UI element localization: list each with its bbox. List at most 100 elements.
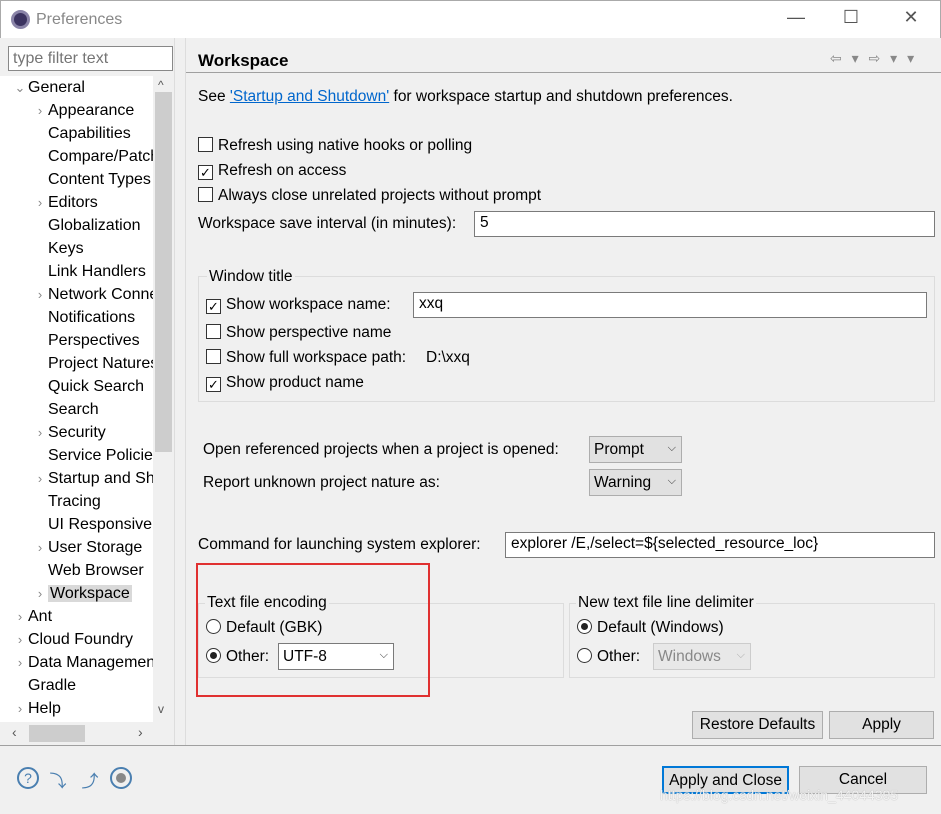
- horizontal-scrollbar[interactable]: ‹ ›: [0, 722, 153, 744]
- chevron-right-icon[interactable]: ›: [32, 467, 48, 490]
- tree-item-label: Keys: [48, 240, 84, 257]
- checkbox-checked[interactable]: ✓: [206, 299, 221, 314]
- tree-item-ant[interactable]: › Ant: [12, 605, 52, 628]
- checkbox[interactable]: [206, 349, 221, 364]
- scroll-down-icon[interactable]: v: [158, 702, 164, 716]
- explorer-command-input[interactable]: explorer /E,/select=${selected_resource_…: [505, 532, 935, 558]
- tree-item-workspace[interactable]: › Workspace: [32, 582, 132, 605]
- delimiter-default-radio[interactable]: Default (Windows): [577, 619, 724, 637]
- label: Refresh using native hooks or polling: [218, 137, 473, 154]
- tree-item-label: Notifications: [48, 309, 136, 326]
- chevron-right-icon[interactable]: ›: [32, 191, 48, 214]
- tree-item-gradle[interactable]: Gradle: [12, 674, 76, 697]
- tree-item-label: Workspace: [48, 585, 132, 602]
- tree-item-search[interactable]: Search: [32, 398, 99, 421]
- tree-item-general[interactable]: ⌄ General: [12, 76, 85, 99]
- tree-item-help[interactable]: › Help: [12, 697, 61, 720]
- save-interval-input[interactable]: 5: [474, 211, 935, 237]
- chevron-right-icon[interactable]: ›: [12, 651, 28, 674]
- tree-item-notifications[interactable]: Notifications: [32, 306, 135, 329]
- scroll-left-icon[interactable]: ‹: [12, 724, 17, 740]
- tree-item-label: Link Handlers: [48, 263, 146, 280]
- tree-item-label: Globalization: [48, 217, 141, 234]
- scroll-up-icon[interactable]: ^: [158, 78, 164, 92]
- tree-item-data-management[interactable]: › Data Management: [12, 651, 153, 674]
- tree-item-network-connections[interactable]: ›Network Connections: [32, 283, 153, 306]
- label: Show product name: [226, 374, 364, 391]
- chevron-right-icon[interactable]: ›: [12, 628, 28, 651]
- tree-item-label: Appearance: [48, 102, 135, 119]
- checkbox[interactable]: [198, 137, 213, 152]
- restore-defaults-button[interactable]: Restore Defaults: [692, 711, 823, 739]
- chevron-right-icon[interactable]: ›: [12, 605, 28, 628]
- hscroll-thumb[interactable]: [29, 725, 85, 742]
- record-icon[interactable]: [110, 767, 132, 789]
- tree-item-appearance[interactable]: › Appearance: [32, 99, 134, 122]
- tree-item-user-storage[interactable]: › User Storage: [32, 536, 142, 559]
- window-title-group-label: Window title: [207, 268, 295, 286]
- chevron-down-icon[interactable]: ⌄: [12, 76, 28, 99]
- delimiter-other-radio[interactable]: Other:: [577, 648, 640, 666]
- tree-item-label: Perspectives: [48, 332, 140, 349]
- tree-item-link-handlers[interactable]: Link Handlers: [32, 260, 146, 283]
- tree-item-capabilities[interactable]: Capabilities: [32, 122, 131, 145]
- tree-item-security[interactable]: › Security: [32, 421, 106, 444]
- show-product-checkbox[interactable]: ✓ Show product name: [206, 374, 364, 392]
- scrollbar-thumb[interactable]: [155, 92, 172, 452]
- delimiter-group: [569, 603, 935, 678]
- tree-item-tracing[interactable]: Tracing: [32, 490, 101, 513]
- tree-item-label: Help: [28, 700, 61, 717]
- chevron-right-icon[interactable]: ›: [32, 582, 48, 605]
- history-nav-icon[interactable]: ⇦ ▾ ⇨ ▾ ▾: [830, 50, 917, 67]
- chevron-right-icon[interactable]: ›: [32, 421, 48, 444]
- label: Show full workspace path:: [226, 349, 407, 366]
- show-full-path-checkbox[interactable]: Show full workspace path:: [206, 349, 406, 367]
- startup-shutdown-link[interactable]: 'Startup and Shutdown': [230, 88, 389, 105]
- chevron-right-icon[interactable]: ›: [12, 697, 28, 720]
- tree-item-quick-search[interactable]: Quick Search: [32, 375, 144, 398]
- import-icon[interactable]: ⤵: [47, 767, 69, 791]
- radio-selected[interactable]: [577, 619, 592, 634]
- checkbox[interactable]: [198, 187, 213, 202]
- refresh-access-checkbox[interactable]: ✓ Refresh on access: [198, 162, 346, 180]
- radio[interactable]: [577, 648, 592, 663]
- chevron-right-icon[interactable]: ›: [32, 99, 48, 122]
- tree-item-web-browser[interactable]: Web Browser: [32, 559, 144, 582]
- close-button[interactable]: ✕: [891, 7, 931, 33]
- chevron-right-icon[interactable]: ›: [32, 536, 48, 559]
- refresh-native-checkbox[interactable]: Refresh using native hooks or polling: [198, 137, 472, 155]
- checkbox-checked[interactable]: ✓: [198, 165, 213, 180]
- tree-item-label: Compare/Patch: [48, 148, 153, 165]
- tree-item-ui-responsiveness[interactable]: UI Responsiveness: [32, 513, 153, 536]
- tree-item-globalization[interactable]: Globalization: [32, 214, 141, 237]
- help-icon[interactable]: ?: [17, 767, 39, 789]
- report-nature-select[interactable]: Warning ⌵: [589, 469, 682, 496]
- show-perspective-checkbox[interactable]: Show perspective name: [206, 324, 391, 342]
- chevron-right-icon[interactable]: ›: [32, 283, 48, 306]
- tree-item-editors[interactable]: › Editors: [32, 191, 98, 214]
- always-close-checkbox[interactable]: Always close unrelated projects without …: [198, 187, 541, 205]
- tree-item-compare-patch[interactable]: Compare/Patch: [32, 145, 153, 168]
- open-referenced-select[interactable]: Prompt ⌵: [589, 436, 682, 463]
- show-workspace-name-checkbox[interactable]: ✓ Show workspace name:: [206, 296, 391, 314]
- maximize-button[interactable]: ☐: [831, 7, 871, 33]
- minimize-button[interactable]: —: [776, 7, 816, 33]
- tree-item-project-natures[interactable]: Project Natures: [32, 352, 153, 375]
- tree-item-content-types[interactable]: Content Types: [32, 168, 151, 191]
- apply-button[interactable]: Apply: [829, 711, 934, 739]
- checkbox[interactable]: [206, 324, 221, 339]
- report-nature-label: Report unknown project nature as:: [203, 474, 440, 491]
- export-icon[interactable]: ⤴: [79, 767, 101, 791]
- tree-item-label: Data Management: [28, 654, 153, 671]
- tree-item-label: Cloud Foundry: [28, 631, 133, 648]
- filter-input[interactable]: [8, 46, 173, 71]
- tree-item-cloud-foundry[interactable]: › Cloud Foundry: [12, 628, 133, 651]
- workspace-name-input[interactable]: xxq: [413, 292, 927, 318]
- checkbox-checked[interactable]: ✓: [206, 377, 221, 392]
- tree-item-label: Security: [48, 424, 106, 441]
- tree-item-service-policies[interactable]: Service Policies: [32, 444, 153, 467]
- tree-item-keys[interactable]: Keys: [32, 237, 84, 260]
- tree-item-startup-and-shutdown[interactable]: ›Startup and Shutdown: [32, 467, 153, 490]
- tree-item-perspectives[interactable]: Perspectives: [32, 329, 140, 352]
- scroll-right-icon[interactable]: ›: [138, 724, 143, 740]
